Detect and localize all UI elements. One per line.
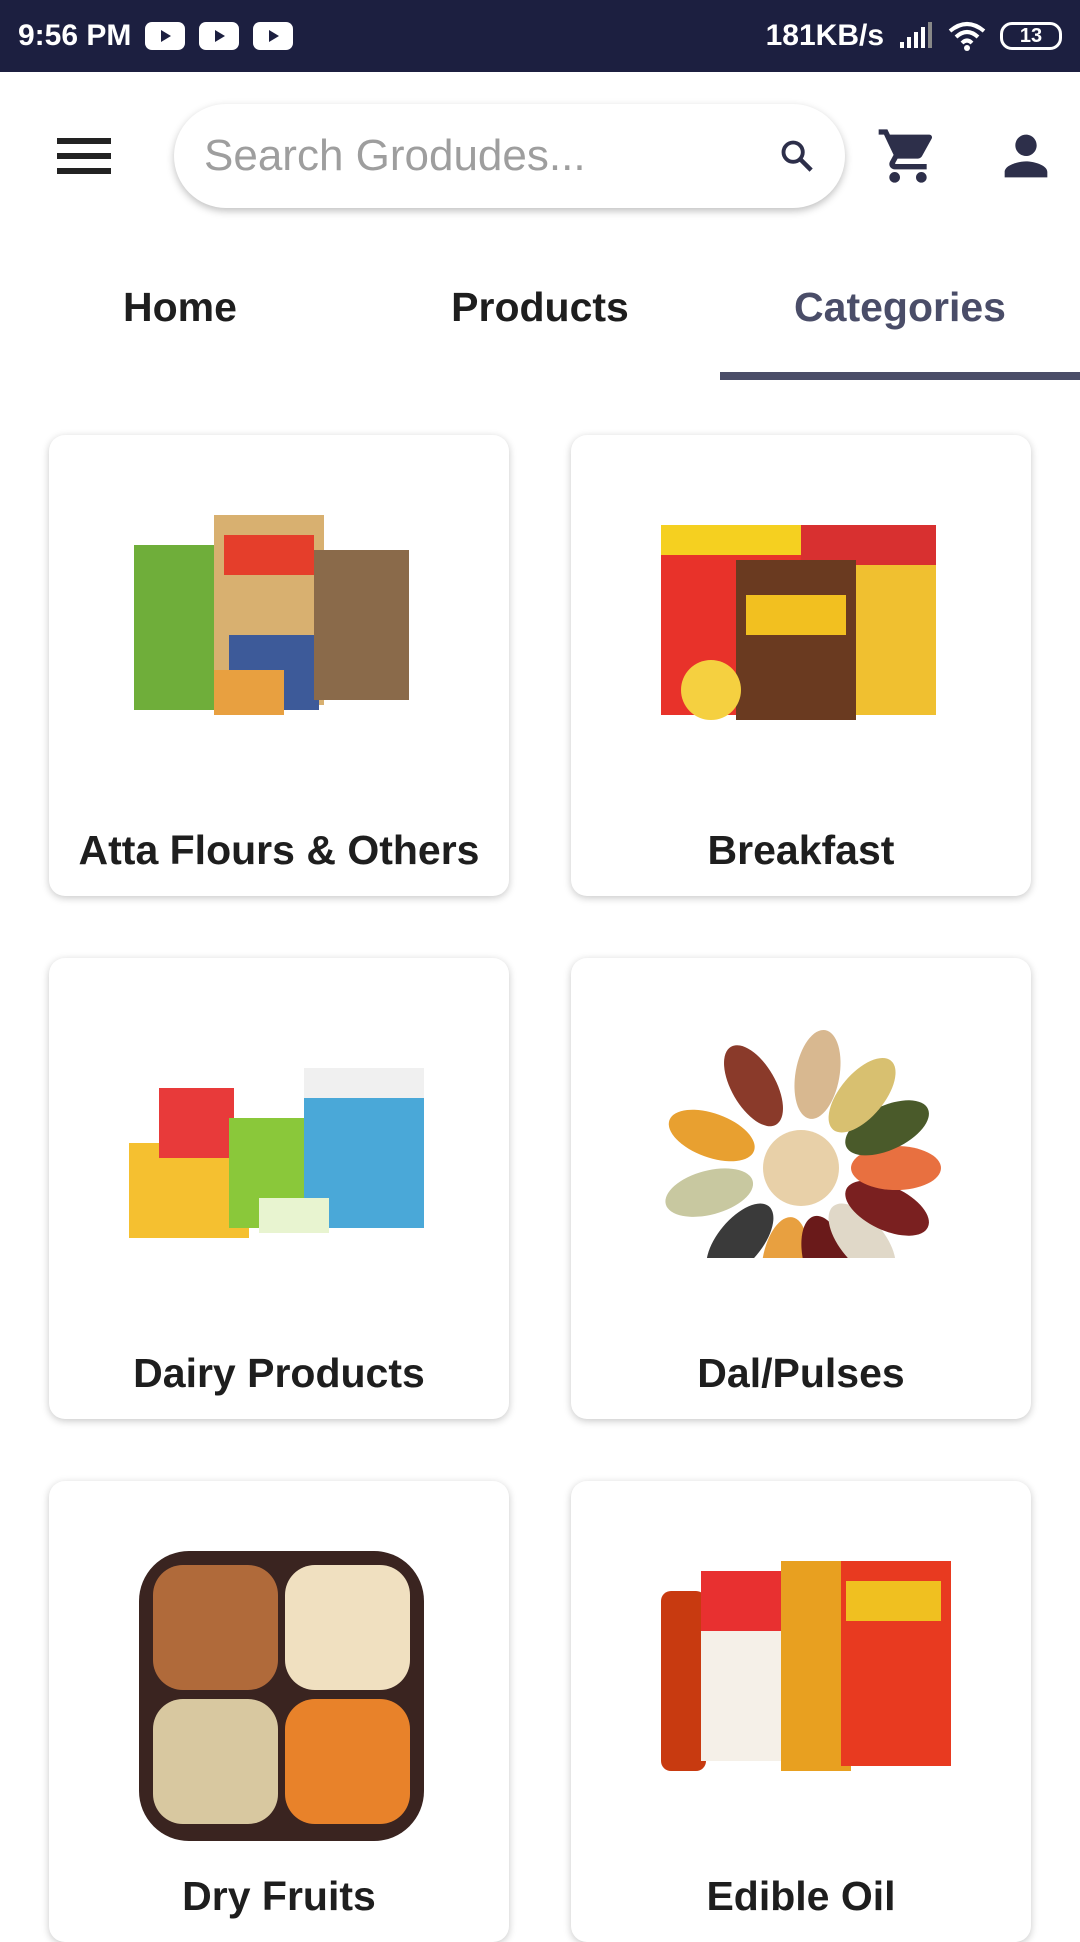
tab-bar: Home Products Categories [0,270,1080,380]
account-icon[interactable] [994,124,1058,188]
network-speed: 181KB/s [765,19,884,52]
status-bar: 9:56 PM 181KB/s 13 [0,0,1080,72]
menu-icon[interactable] [57,138,111,183]
tab-home[interactable]: Home [0,270,360,380]
category-card-edible-oil[interactable]: Edible Oil [571,1481,1031,1942]
category-card-breakfast[interactable]: Breakfast [571,435,1031,896]
category-card-dal[interactable]: Dal/Pulses [571,958,1031,1419]
category-grid: Atta Flours & Others Breakfast Dairy Pro… [49,435,1031,1942]
category-label: Dal/Pulses [697,1350,905,1396]
dairy-image [129,1068,424,1238]
category-label: Atta Flours & Others [78,827,480,873]
category-card-dry-fruits[interactable]: Dry Fruits [49,1481,509,1942]
category-label: Edible Oil [706,1873,896,1919]
cart-icon[interactable] [876,124,940,188]
youtube-icon [145,22,186,50]
category-card-dairy[interactable]: Dairy Products [49,958,509,1419]
category-label: Dairy Products [133,1350,425,1396]
youtube-icon [253,22,294,50]
atta-flour-image [134,515,409,715]
battery-icon: 13 [1000,22,1062,50]
breakfast-image [661,525,936,720]
category-label: Breakfast [707,827,895,873]
tab-products[interactable]: Products [360,270,720,380]
youtube-icon [199,22,240,50]
edible-oil-image [661,1561,951,1771]
status-time: 9:56 PM [18,19,132,52]
signal-icon [900,22,932,48]
dal-pulses-image [665,1029,941,1258]
search-icon[interactable] [779,128,815,184]
tab-categories[interactable]: Categories [720,270,1080,380]
category-label: Dry Fruits [182,1873,376,1919]
search-bar[interactable] [174,104,845,208]
category-card-atta[interactable]: Atta Flours & Others [49,435,509,896]
search-input[interactable] [204,131,779,181]
dry-fruits-image [139,1551,424,1841]
wifi-icon [948,22,986,51]
